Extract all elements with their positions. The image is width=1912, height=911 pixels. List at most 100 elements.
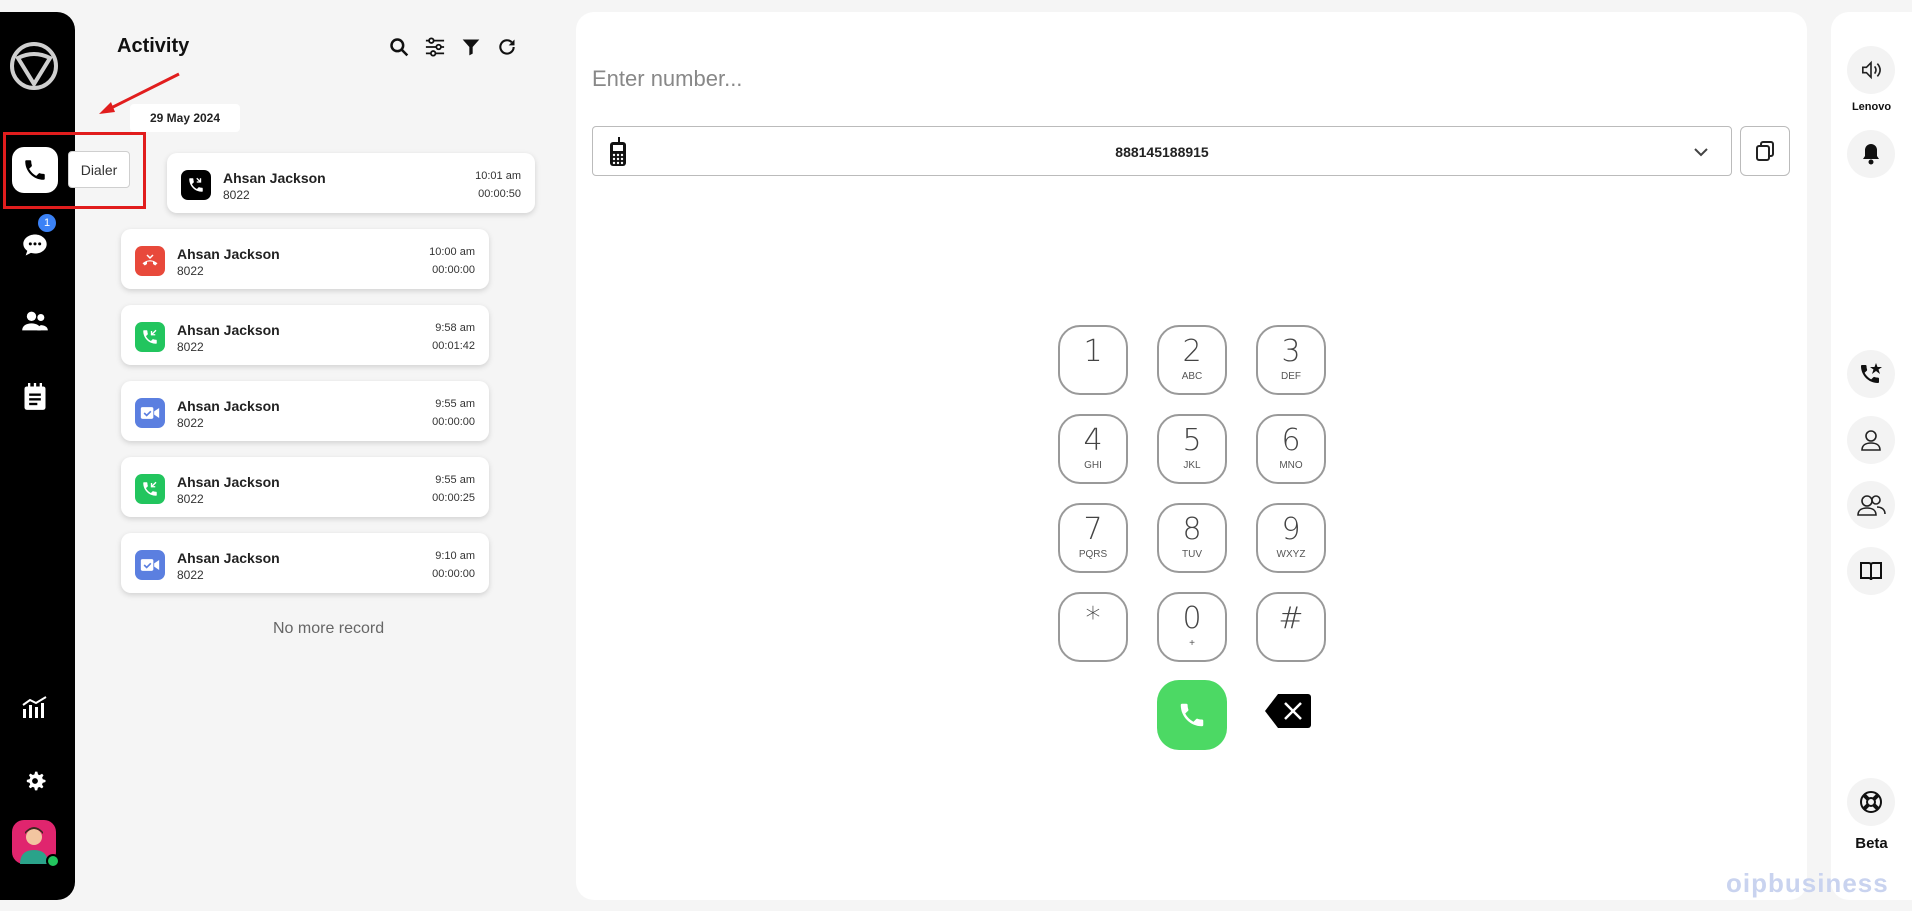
key-letters: PQRS bbox=[1078, 549, 1108, 560]
keypad-key[interactable]: 1 bbox=[1058, 325, 1128, 395]
key-letters: GHI bbox=[1084, 460, 1102, 471]
key-letters: TUV bbox=[1182, 549, 1202, 560]
incoming-call-icon bbox=[135, 322, 165, 352]
key-digit: 1 bbox=[1083, 334, 1103, 369]
caller-id-select[interactable]: 888145188915 bbox=[592, 126, 1732, 176]
missed-call-icon bbox=[135, 246, 165, 276]
key-digit: * bbox=[1085, 601, 1101, 636]
key-digit: 8 bbox=[1182, 512, 1202, 547]
dialer-panel: 888145188915 1 2 ABC 3 DEF 4 GHI 5 JKL 6 MNO 7 PQRS 8… bbox=[576, 12, 1807, 900]
key-digit: 5 bbox=[1182, 423, 1202, 458]
caller-extension: 8022 bbox=[177, 492, 204, 506]
backspace-button[interactable] bbox=[1264, 692, 1312, 735]
speaker-icon bbox=[1862, 60, 1881, 80]
key-letters: MNO bbox=[1279, 460, 1303, 471]
call-duration: 00:00:00 bbox=[432, 416, 475, 428]
nav-analytics[interactable] bbox=[12, 684, 58, 730]
directory-button[interactable] bbox=[1847, 547, 1895, 595]
call-card[interactable]: Ahsan Jackson 8022 10:00 am 00:00:00 bbox=[121, 229, 489, 289]
call-time: 9:55 am bbox=[435, 398, 475, 410]
key-letters: + bbox=[1189, 638, 1195, 649]
group-icon bbox=[1857, 495, 1886, 516]
key-digit: 2 bbox=[1182, 334, 1202, 369]
call-button[interactable] bbox=[1157, 680, 1227, 750]
chevron-down-icon[interactable] bbox=[1689, 140, 1713, 164]
keypad-key[interactable]: 3 DEF bbox=[1256, 325, 1326, 395]
group-button[interactable] bbox=[1847, 481, 1895, 529]
nav-messages[interactable]: 1 bbox=[12, 214, 58, 268]
device-label: Lenovo bbox=[1851, 101, 1892, 113]
keypad-key[interactable]: 2 ABC bbox=[1157, 325, 1227, 395]
app-logo bbox=[8, 40, 60, 92]
call-card[interactable]: Ahsan Jackson 8022 9:10 am 00:00:00 bbox=[121, 533, 489, 593]
caller-name: Ahsan Jackson bbox=[223, 170, 326, 186]
lifebuoy-icon bbox=[1860, 791, 1882, 813]
search-icon[interactable] bbox=[388, 36, 410, 58]
filter-icon[interactable] bbox=[460, 36, 482, 58]
call-card[interactable]: Ahsan Jackson 8022 10:01 am 00:00:50 bbox=[167, 153, 535, 213]
call-card[interactable]: Ahsan Jackson 8022 9:58 am 00:01:42 bbox=[121, 305, 489, 365]
key-letters: ABC bbox=[1181, 371, 1203, 382]
call-card[interactable]: Ahsan Jackson 8022 9:55 am 00:00:25 bbox=[121, 457, 489, 517]
profile-button[interactable] bbox=[1847, 416, 1895, 464]
chat-icon bbox=[23, 234, 47, 256]
no-more-record: No more record bbox=[273, 620, 385, 637]
caller-name: Ahsan Jackson bbox=[177, 322, 280, 338]
sliders-icon[interactable] bbox=[424, 36, 446, 58]
keypad-key[interactable]: 0 + bbox=[1157, 592, 1227, 662]
help-button[interactable] bbox=[1847, 778, 1895, 826]
nav-contacts[interactable] bbox=[12, 298, 58, 344]
caller-name: Ahsan Jackson bbox=[177, 398, 280, 414]
keypad-key[interactable]: 9 WXYZ bbox=[1256, 503, 1326, 573]
phone-icon bbox=[1180, 703, 1204, 727]
caller-name: Ahsan Jackson bbox=[177, 474, 280, 490]
keypad-key[interactable]: 7 PQRS bbox=[1058, 503, 1128, 573]
right-rail: Lenovo Beta bbox=[1831, 12, 1912, 900]
activity-title: Activity bbox=[117, 35, 190, 57]
date-separator: 29 May 2024 bbox=[130, 104, 240, 132]
nav-notes[interactable] bbox=[12, 374, 58, 420]
online-status-icon bbox=[46, 854, 60, 868]
nav-settings[interactable] bbox=[12, 758, 58, 804]
call-card[interactable]: Ahsan Jackson 8022 9:55 am 00:00:00 bbox=[121, 381, 489, 441]
messages-badge: 1 bbox=[38, 214, 56, 232]
caller-extension: 8022 bbox=[177, 340, 204, 354]
key-digit: # bbox=[1278, 601, 1304, 636]
keypad-key[interactable]: 6 MNO bbox=[1256, 414, 1326, 484]
user-avatar[interactable] bbox=[12, 820, 60, 868]
video-call-icon bbox=[135, 398, 165, 428]
keypad-key[interactable]: 4 GHI bbox=[1058, 414, 1128, 484]
keypad-key[interactable]: 5 JKL bbox=[1157, 414, 1227, 484]
caller-extension: 8022 bbox=[223, 188, 250, 202]
book-icon bbox=[1860, 562, 1882, 581]
keypad-key[interactable]: * bbox=[1058, 592, 1128, 662]
speaker-button[interactable] bbox=[1847, 46, 1895, 94]
call-duration: 00:00:00 bbox=[432, 264, 475, 276]
call-time: 9:10 am bbox=[435, 550, 475, 562]
backspace-icon bbox=[1265, 694, 1311, 728]
keypad-key[interactable]: # bbox=[1256, 592, 1326, 662]
key-digit: 3 bbox=[1281, 334, 1301, 369]
key-letters: WXYZ bbox=[1276, 549, 1306, 560]
phone-star-icon bbox=[1861, 363, 1882, 383]
copy-icon bbox=[1756, 141, 1774, 161]
number-input[interactable] bbox=[592, 60, 1292, 98]
caller-extension: 8022 bbox=[177, 264, 204, 278]
keypad-key[interactable]: 8 TUV bbox=[1157, 503, 1227, 573]
contacts-icon bbox=[22, 311, 48, 331]
copy-button[interactable] bbox=[1740, 126, 1790, 176]
call-duration: 00:00:00 bbox=[432, 568, 475, 580]
key-digit: 0 bbox=[1182, 601, 1202, 636]
watermark-logo: oipbusiness bbox=[1726, 868, 1889, 898]
key-letters: JKL bbox=[1183, 460, 1201, 471]
call-duration: 00:00:25 bbox=[432, 492, 475, 504]
key-digit: 6 bbox=[1281, 423, 1301, 458]
favorite-calls-button[interactable] bbox=[1847, 350, 1895, 398]
call-time: 9:55 am bbox=[435, 474, 475, 486]
notifications-button[interactable] bbox=[1847, 130, 1895, 178]
call-time: 10:00 am bbox=[429, 246, 475, 258]
call-duration: 00:01:42 bbox=[432, 340, 475, 352]
video-call-icon bbox=[135, 550, 165, 580]
key-digit: 9 bbox=[1281, 512, 1301, 547]
refresh-icon[interactable] bbox=[496, 36, 518, 58]
